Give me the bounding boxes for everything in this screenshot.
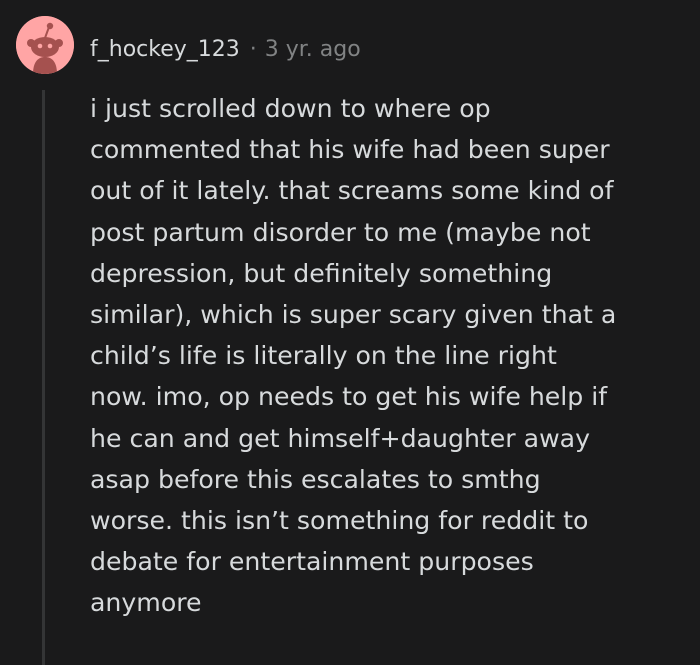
- thread-collapse-line[interactable]: [42, 90, 45, 665]
- user-avatar[interactable]: [16, 16, 74, 74]
- comment-line: child’s life is literally on the line ri…: [90, 341, 557, 371]
- reddit-snoo-avatar-icon: [16, 16, 74, 74]
- comment-line: now. imo, op needs to get his wife help …: [90, 382, 608, 412]
- comment-line: depression, but definitely something: [90, 258, 553, 288]
- comment-line: asap before this escalates to smthg: [90, 464, 541, 494]
- comment-line: post partum disorder to me (maybe not: [90, 217, 591, 247]
- comment-timestamp[interactable]: 3 yr. ago: [265, 37, 361, 62]
- comment-header: f_hockey_123 · 3 yr. ago: [90, 32, 361, 66]
- comment-body: i just scrolled down to where op comment…: [90, 88, 686, 624]
- comment-line: worse. this isn’t something for reddit t…: [90, 506, 589, 536]
- username-link[interactable]: f_hockey_123: [90, 37, 240, 62]
- comment-line: similar), which is super scary given tha…: [90, 300, 617, 330]
- comment-line: out of it lately. that screams some kind…: [90, 176, 614, 206]
- comment-line: anymore: [90, 588, 202, 618]
- comment: f_hockey_123 · 3 yr. ago i just scrolled…: [0, 0, 700, 665]
- comment-line: commented that his wife had been super: [90, 135, 610, 165]
- comment-line: he can and get himself+daughter away: [90, 423, 591, 453]
- comment-line: debate for entertainment purposes: [90, 547, 534, 577]
- meta-separator: ·: [249, 36, 257, 62]
- comment-line: i just scrolled down to where op: [90, 94, 491, 123]
